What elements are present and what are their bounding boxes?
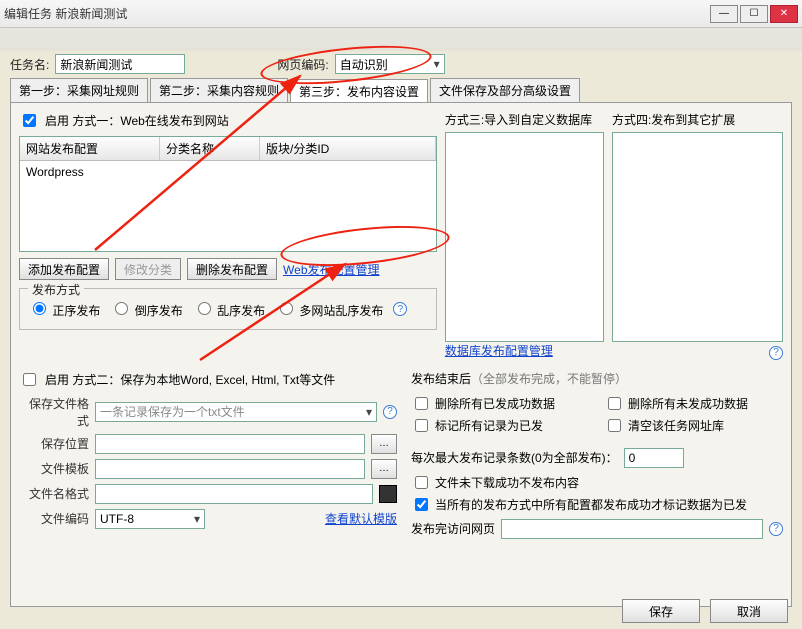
task-name-label: 任务名: (10, 56, 49, 73)
minimize-button[interactable]: — (710, 5, 738, 23)
radio-multisite-random[interactable]: 多网站乱序发布 (275, 299, 383, 319)
view-default-template-link[interactable]: 查看默认模版 (325, 510, 397, 527)
tab-step1[interactable]: 第一步：采集网址规则 (10, 78, 148, 102)
radio-random[interactable]: 乱序发布 (193, 299, 265, 319)
table-header: 网站发布配置 分类名称 版块/分类ID (20, 137, 436, 161)
publish-config-table[interactable]: 网站发布配置 分类名称 版块/分类ID Wordpress (19, 136, 437, 252)
chk-clear-urls[interactable] (608, 419, 621, 432)
browse-template-button[interactable]: … (371, 459, 397, 479)
chk-skip-undownloaded[interactable] (415, 476, 428, 489)
file-encoding-label: 文件编码 (19, 510, 89, 527)
task-row: 任务名: 网页编码: 自动识别 ▾ (0, 50, 802, 78)
maximize-button[interactable]: ☐ (740, 5, 768, 23)
max-records-label: 每次最大发布记录条数(0为全部发布)： (411, 449, 618, 466)
th-category: 分类名称 (160, 137, 260, 160)
window-titlebar: 编辑任务 新浪新闻测试 — ☐ ✕ (0, 0, 802, 28)
save-location-input[interactable] (95, 434, 365, 454)
after-publish-label: 发布结束后 (411, 372, 471, 386)
chk-mark-all[interactable] (415, 419, 428, 432)
chevron-down-icon: ▾ (188, 512, 200, 526)
chk-del-success[interactable] (415, 397, 428, 410)
chevron-down-icon: ▾ (360, 405, 372, 419)
method3-title: 方式三:导入到自定义数据库 (445, 111, 604, 128)
help-icon[interactable]: ? (383, 405, 397, 419)
tab-step2[interactable]: 第二步：采集内容规则 (150, 78, 288, 102)
method4-listbox[interactable] (612, 132, 783, 342)
method2-enable-checkbox[interactable] (23, 373, 36, 386)
tab-step3[interactable]: 第三步：发布内容设置 (290, 79, 428, 103)
method1-enable-checkbox[interactable] (23, 114, 36, 127)
th-category-id: 版块/分类ID (260, 137, 436, 160)
th-site-config: 网站发布配置 (20, 137, 160, 160)
page-encoding-value: 自动识别 (340, 56, 388, 73)
method3-listbox[interactable] (445, 132, 604, 342)
db-config-manage-link[interactable]: 数据库发布配置管理 (445, 344, 553, 358)
visit-url-label: 发布完访问网页 (411, 520, 495, 537)
filename-picker-icon[interactable] (379, 485, 397, 503)
visit-url-input[interactable] (501, 519, 763, 539)
window-title: 编辑任务 新浪新闻测试 (4, 5, 127, 22)
file-encoding-combo[interactable]: UTF-8 ▾ (95, 509, 205, 529)
add-config-button[interactable]: 添加发布配置 (19, 258, 109, 280)
cancel-button[interactable]: 取消 (710, 599, 788, 623)
filename-format-label: 文件名格式 (19, 485, 89, 502)
save-location-label: 保存位置 (19, 435, 89, 452)
task-name-input[interactable] (55, 54, 185, 74)
publish-mode-title: 发布方式 (28, 281, 84, 298)
help-icon[interactable]: ? (769, 346, 783, 360)
help-icon[interactable]: ? (393, 302, 407, 316)
toolbar-blurred (0, 28, 802, 50)
max-records-input[interactable] (624, 448, 684, 468)
radio-desc[interactable]: 倒序发布 (110, 299, 182, 319)
browse-location-button[interactable]: … (371, 434, 397, 454)
after-publish-note: （全部发布完成，不能暂停） (471, 372, 627, 386)
radio-asc[interactable]: 正序发布 (28, 299, 100, 319)
method4-title: 方式四:发布到其它扩展 (612, 111, 783, 128)
step-tabs: 第一步：采集网址规则 第二步：采集内容规则 第三步：发布内容设置 文件保存及部分… (10, 78, 792, 102)
delete-config-button[interactable]: 删除发布配置 (187, 258, 277, 280)
save-format-combo[interactable]: 一条记录保存为一个txt文件 ▾ (95, 402, 377, 422)
edit-category-button: 修改分类 (115, 258, 181, 280)
method1-enable-label: 启用 方式一：Web在线发布到网站 (45, 112, 229, 129)
table-row[interactable]: Wordpress (20, 161, 436, 183)
chk-del-fail[interactable] (608, 397, 621, 410)
page-encoding-label: 网页编码: (277, 56, 328, 73)
method2-enable-label: 启用 方式二：保存为本地Word, Excel, Html, Txt等文件 (45, 371, 335, 388)
help-icon[interactable]: ? (769, 522, 783, 536)
dialog-footer: 保存 取消 (622, 599, 788, 623)
panel-step3: 启用 方式一：Web在线发布到网站 网站发布配置 分类名称 版块/分类ID Wo… (10, 102, 792, 607)
file-template-input[interactable] (95, 459, 365, 479)
save-format-label: 保存文件格式 (19, 395, 89, 429)
page-encoding-combo[interactable]: 自动识别 ▾ (335, 54, 445, 74)
window-buttons: — ☐ ✕ (710, 5, 798, 23)
save-button[interactable]: 保存 (622, 599, 700, 623)
chk-all-success-mark[interactable] (415, 498, 428, 511)
file-template-label: 文件模板 (19, 460, 89, 477)
filename-format-input[interactable] (95, 484, 373, 504)
tab-step4[interactable]: 文件保存及部分高级设置 (430, 78, 580, 102)
chevron-down-icon: ▾ (428, 57, 440, 71)
close-button[interactable]: ✕ (770, 5, 798, 23)
web-config-manage-link[interactable]: Web发布配置管理 (283, 261, 379, 278)
